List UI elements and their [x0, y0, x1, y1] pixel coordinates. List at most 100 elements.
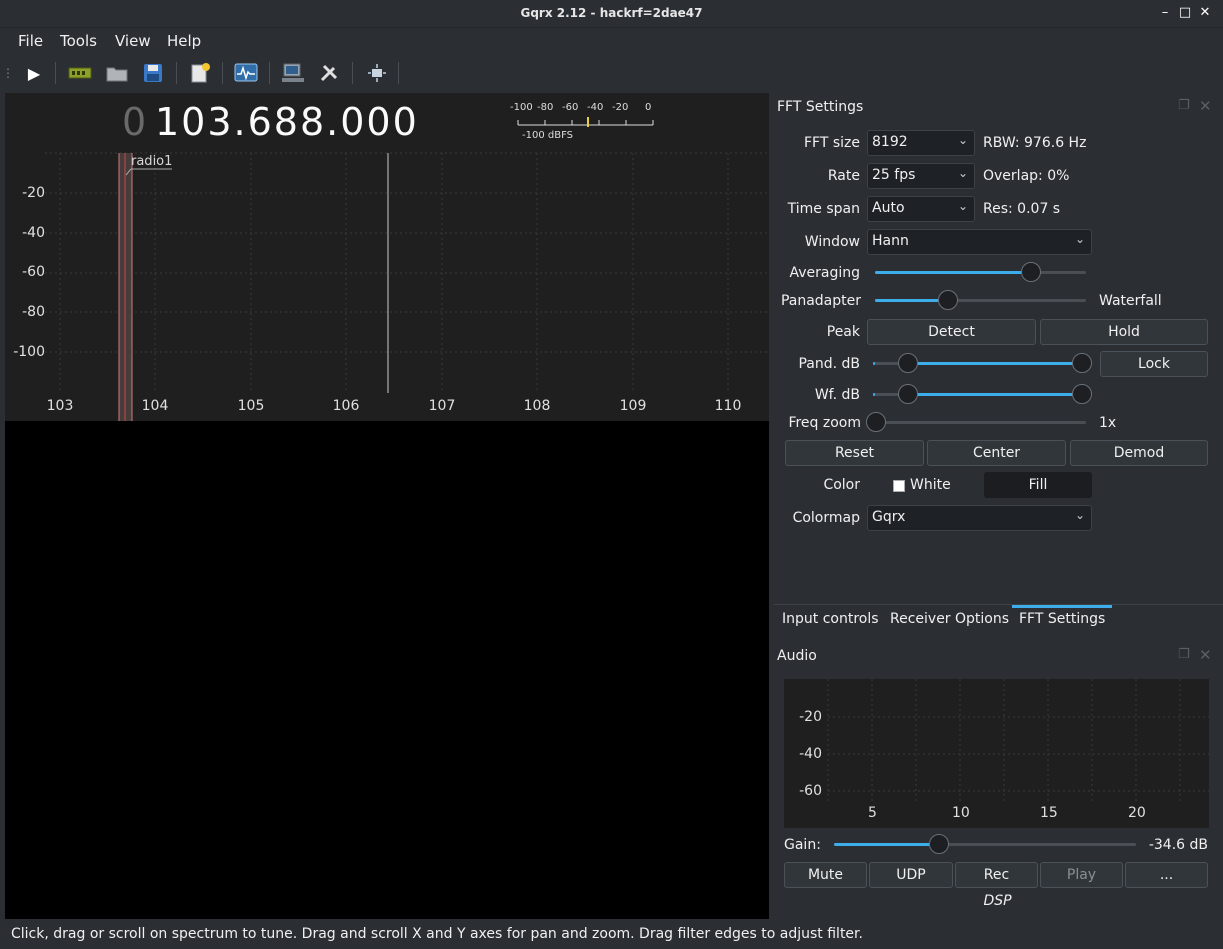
rate-combo[interactable]: 25 fps ⌄	[867, 163, 975, 189]
title-bar: Gqrx 2.12 - hackrf=2dae47 – □ ✕	[0, 0, 1223, 28]
lock-button[interactable]: Lock	[1100, 351, 1208, 377]
audio-y-label: -40	[799, 746, 822, 762]
chevron-down-icon: ⌄	[957, 133, 968, 147]
pand-db-edge	[873, 362, 875, 365]
audio-fft-plot[interactable]: -20 -40 -60 5 10 15 20	[784, 679, 1209, 828]
menu-tools[interactable]: Tools	[60, 32, 97, 50]
chevron-down-icon: ⌄	[957, 199, 968, 213]
meter-tick: -40	[587, 102, 604, 113]
menu-bar: File Tools View Help	[0, 28, 1223, 54]
wf-db-edge	[873, 393, 875, 396]
tools-icon[interactable]	[317, 61, 341, 85]
tab-input-controls[interactable]: Input controls	[782, 605, 879, 635]
audio-x-label: 15	[1040, 805, 1058, 821]
timespan-combo[interactable]: Auto ⌄	[867, 196, 975, 222]
white-checkbox[interactable]	[893, 480, 905, 492]
frequency-display[interactable]: 103.688.000	[155, 100, 419, 144]
chevron-down-icon: ⌄	[957, 166, 968, 180]
rbw-text: RBW: 976.6 Hz	[983, 135, 1087, 151]
tab-fft-settings[interactable]: FFT Settings	[1019, 605, 1105, 635]
save-icon[interactable]	[141, 61, 165, 85]
wf-db-high-handle[interactable]	[1072, 384, 1092, 404]
fft-size-value: 8192	[872, 134, 908, 150]
dock-close-icon[interactable]: ✕	[1199, 97, 1212, 115]
menu-help[interactable]: Help	[167, 32, 201, 50]
menu-file[interactable]: File	[18, 32, 43, 50]
maximize-button[interactable]: □	[1177, 5, 1193, 21]
audio-x-label: 20	[1128, 805, 1146, 821]
window-combo[interactable]: Hann ⌄	[867, 229, 1092, 255]
gain-handle[interactable]	[929, 834, 949, 854]
hold-button[interactable]: Hold	[1040, 319, 1208, 345]
play-button[interactable]: Play	[1040, 862, 1123, 888]
center-button[interactable]: Center	[927, 440, 1066, 466]
open-icon[interactable]	[105, 61, 129, 85]
wf-db-low-handle[interactable]	[898, 384, 918, 404]
frequency-prefix[interactable]: 0	[122, 100, 148, 144]
meter-tick: -80	[537, 102, 554, 113]
toolbar-separator	[222, 62, 223, 84]
colormap-combo[interactable]: Gqrx ⌄	[867, 505, 1092, 531]
color-label: Color	[823, 477, 860, 493]
audio-options-button[interactable]: ...	[1125, 862, 1208, 888]
averaging-label: Averaging	[789, 265, 860, 281]
toolbar-separator	[55, 62, 56, 84]
white-label: White	[910, 477, 951, 493]
freq-zoom-label: Freq zoom	[788, 415, 861, 431]
minimize-button[interactable]: –	[1157, 5, 1173, 21]
y-axis-label: -80	[22, 304, 45, 320]
rate-value: 25 fps	[872, 167, 916, 183]
pand-db-low-handle[interactable]	[898, 353, 918, 373]
bookmark-label[interactable]: radio1	[131, 154, 172, 169]
audio-y-label: -60	[799, 783, 822, 799]
hardware-icon[interactable]	[68, 61, 92, 85]
close-button[interactable]: ✕	[1197, 5, 1213, 21]
meter-label: -100 dBFS	[522, 130, 574, 141]
demod-button[interactable]: Demod	[1070, 440, 1208, 466]
x-axis-label: 108	[523, 398, 551, 414]
wf-db-fill	[908, 393, 1083, 396]
waterfall-label: Waterfall	[1099, 293, 1162, 309]
rec-button[interactable]: Rec	[955, 862, 1038, 888]
freq-zoom-handle[interactable]	[866, 412, 886, 432]
res-text: Res: 0.07 s	[983, 201, 1061, 217]
center-icon[interactable]	[365, 61, 389, 85]
toolbar: ⋮ ▶	[0, 56, 1223, 90]
mute-button[interactable]: Mute	[784, 862, 867, 888]
fft-dock-title: FFT Settings	[777, 99, 864, 115]
network-icon[interactable]	[281, 61, 305, 85]
tab-receiver-options[interactable]: Receiver Options	[890, 605, 1009, 635]
bookmark-icon[interactable]	[188, 61, 212, 85]
status-text: Click, drag or scroll on spectrum to tun…	[11, 926, 863, 942]
detect-button[interactable]: Detect	[867, 319, 1036, 345]
waterfall[interactable]	[5, 421, 769, 919]
audio-y-label: -20	[799, 709, 822, 725]
menu-view[interactable]: View	[115, 32, 151, 50]
play-icon[interactable]: ▶	[22, 61, 46, 85]
fft-size-combo[interactable]: 8192 ⌄	[867, 130, 975, 156]
fft-size-label: FFT size	[803, 135, 860, 151]
fill-button[interactable]: Fill	[984, 472, 1092, 498]
toolbar-grip-icon: ⋮	[2, 66, 14, 80]
gain-fill	[834, 843, 940, 846]
timespan-label: Time span	[787, 201, 860, 217]
dock-close-icon[interactable]: ✕	[1199, 646, 1212, 664]
audio-x-label: 10	[952, 805, 970, 821]
freq-zoom-track[interactable]	[875, 421, 1086, 424]
chevron-down-icon: ⌄	[1074, 508, 1085, 522]
meter-tick: -100	[510, 102, 533, 113]
dock-float-icon[interactable]: ❐	[1178, 647, 1190, 662]
x-axis-label: 103	[46, 398, 74, 414]
spectrum-plotter[interactable]: 0 103.688.000 -100 -80 -60 -40 -20 0 -10…	[5, 93, 769, 421]
colormap-value: Gqrx	[872, 509, 906, 525]
x-axis-label: 110	[714, 398, 742, 414]
panadapter-handle[interactable]	[938, 290, 958, 310]
dock-float-icon[interactable]: ❐	[1178, 98, 1190, 113]
status-bar: Click, drag or scroll on spectrum to tun…	[0, 921, 1223, 949]
reset-button[interactable]: Reset	[785, 440, 924, 466]
averaging-handle[interactable]	[1021, 262, 1041, 282]
pand-db-high-handle[interactable]	[1072, 353, 1092, 373]
spectrum-icon[interactable]	[234, 61, 258, 85]
udp-button[interactable]: UDP	[869, 862, 953, 888]
pand-db-label: Pand. dB	[798, 356, 860, 372]
